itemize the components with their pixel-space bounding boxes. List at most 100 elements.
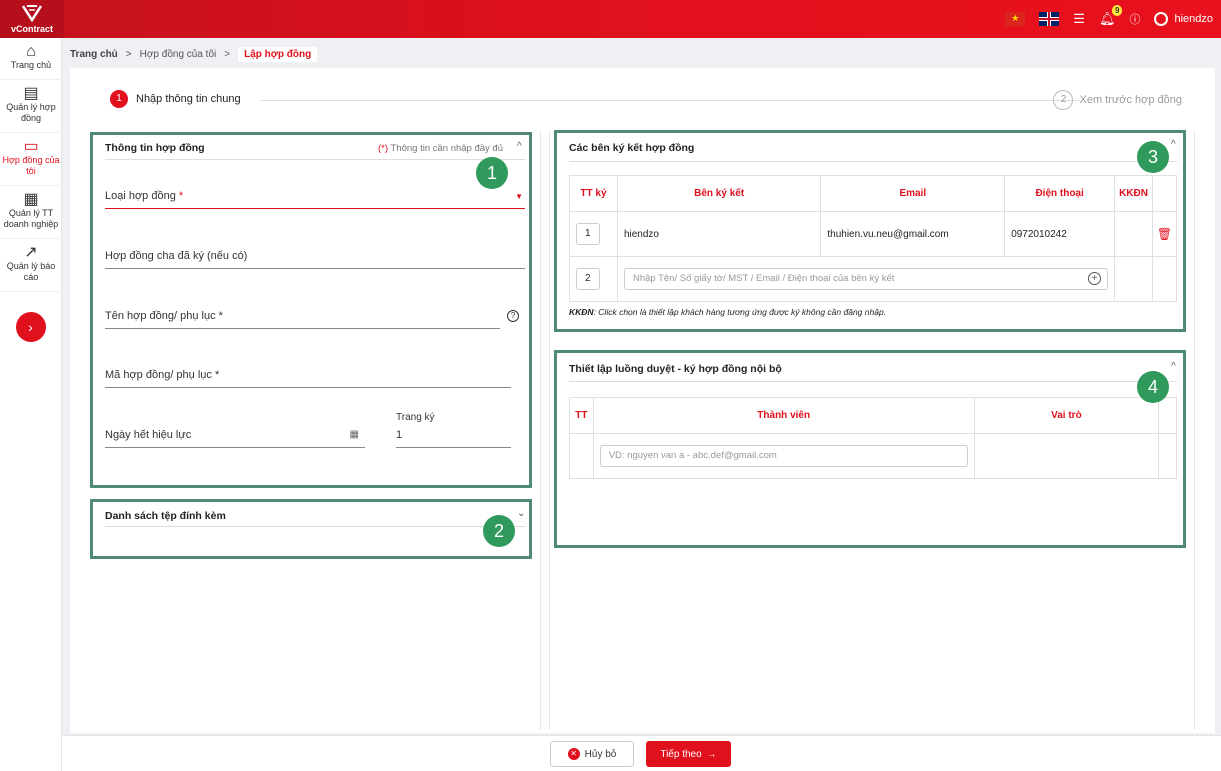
- breadcrumb-home[interactable]: Trang chủ: [70, 49, 118, 60]
- kkdn-checkbox-cell[interactable]: [1114, 256, 1153, 302]
- annotation-badge: 2: [483, 515, 515, 547]
- expiry-date-field[interactable]: Ngày hết hiệu lực ▦: [105, 429, 365, 448]
- sidebar: ⌂ Trang chủ ▤ Quản lý hợp đồng ▭ Hợp đồn…: [0, 38, 62, 771]
- sidebar-item-contract-management[interactable]: ▤ Quản lý hợp đồng: [0, 80, 62, 133]
- contract-code-field[interactable]: Mã hợp đồng/ phụ lục *: [105, 369, 511, 388]
- app-name: vContract: [10, 24, 53, 34]
- required-star: *: [178, 190, 184, 202]
- notification-badge: 9: [1112, 5, 1123, 16]
- input-placeholder: VD: nguyen van a - abc.def@gmail.com: [608, 450, 777, 461]
- vietnam-flag-icon[interactable]: [1005, 12, 1026, 26]
- required-note: (*) Thông tin cần nhập đầy đủ: [378, 143, 503, 154]
- bell-icon[interactable]: 🔔︎ 9: [1099, 5, 1123, 27]
- document-icon: ▤: [23, 85, 39, 102]
- sidebar-expand-button[interactable]: ›: [15, 312, 46, 342]
- button-label: Tiếp theo: [660, 748, 702, 760]
- signing-order-input[interactable]: 2: [576, 268, 600, 290]
- sidebar-item-enterprise-info[interactable]: ▦ Quản lý TT doanh nghiệp: [0, 186, 62, 239]
- annotation-badge: 4: [1137, 371, 1169, 403]
- actions-cell: [1158, 433, 1177, 479]
- approval-table-wrap: TT Thành viên Vai trò VD: nguyen van a -…: [569, 397, 1177, 479]
- app-logo[interactable]: vContract: [0, 0, 64, 38]
- collapse-chevron-icon[interactable]: ^: [517, 141, 522, 152]
- footer-bar: ✕ Hủy bỏ Tiếp theo →: [62, 735, 1221, 771]
- add-circle-icon[interactable]: +: [1088, 272, 1102, 285]
- chart-icon: ↗: [24, 244, 38, 261]
- field-value: 1: [396, 429, 403, 441]
- folder-icon: ▭: [23, 138, 39, 155]
- cancel-button[interactable]: ✕ Hủy bỏ: [550, 741, 634, 767]
- home-icon: ⌂: [26, 43, 36, 60]
- approval-table: TT Thành viên Vai trò VD: nguyen van a -…: [569, 397, 1177, 479]
- member-input[interactable]: VD: nguyen van a - abc.def@gmail.com: [599, 445, 968, 467]
- signing-order-input[interactable]: 1: [576, 223, 600, 245]
- sidebar-item-label: Hợp đồng của tôi: [2, 155, 60, 176]
- contract-name-field[interactable]: Tên hợp đồng/ phụ lục *: [105, 310, 500, 329]
- sidebar-item-my-contracts[interactable]: ▭ Hợp đồng của tôi: [0, 133, 62, 186]
- help-icon[interactable]: ⓘ: [1129, 11, 1140, 27]
- calendar-icon[interactable]: ▦: [350, 429, 359, 440]
- panel-title-underline: [105, 159, 525, 160]
- main-content: 1 Nhập thông tin chung 2 Xem trước hợp đ…: [70, 68, 1215, 733]
- field-label: Mã hợp đồng/ phụ lục *: [105, 369, 220, 381]
- kkdn-checkbox-cell[interactable]: [1114, 211, 1153, 257]
- annotation-badge: 3: [1137, 141, 1169, 173]
- field-label: Ngày hết hiệu lực: [105, 429, 192, 441]
- step-preview[interactable]: 2 Xem trước hợp đồng: [1053, 90, 1182, 110]
- user-avatar-icon: [1154, 12, 1169, 26]
- add-signer-input[interactable]: Nhập Tên/ Số giấy tờ/ MST / Email / Điện…: [623, 268, 1109, 290]
- panel-title-underline: [569, 161, 1177, 162]
- column-header: TT: [569, 397, 594, 434]
- user-menu[interactable]: hiendzo: [1154, 12, 1213, 26]
- panel-title: Thông tin hợp đồng: [105, 142, 205, 154]
- step-number: 2: [1053, 90, 1074, 110]
- required-text: Thông tin cần nhập đầy đủ: [388, 143, 504, 154]
- party-name: hiendzo: [616, 211, 822, 257]
- column-header: Bên ký kết: [616, 175, 822, 212]
- signing-page-label: Trang ký: [396, 412, 435, 423]
- signing-page-field[interactable]: 1: [396, 429, 511, 448]
- step-label: Xem trước hợp đồng: [1079, 94, 1182, 106]
- column-divider: [540, 130, 550, 730]
- sidebar-item-reports[interactable]: ↗ Quản lý báo cáo: [0, 239, 62, 292]
- breadcrumb-separator: >: [125, 48, 132, 60]
- column-divider: [1194, 130, 1195, 730]
- role-cell[interactable]: [973, 433, 1160, 479]
- breadcrumb-separator: >: [224, 48, 231, 60]
- step-general-info[interactable]: 1 Nhập thông tin chung: [110, 90, 241, 108]
- collapse-chevron-icon[interactable]: ^: [1171, 139, 1176, 150]
- panel-title-underline: [105, 526, 525, 527]
- breadcrumb-my-contracts[interactable]: Hợp đồng của tôi: [140, 49, 217, 60]
- table-row: 2 Nhập Tên/ Số giấy tờ/ MST / Email / Đi…: [569, 256, 1177, 302]
- step-label: Nhập thông tin chung: [136, 93, 241, 105]
- uk-flag-icon[interactable]: [1039, 12, 1060, 26]
- expand-chevron-icon[interactable]: ⌄: [517, 508, 525, 519]
- actions-cell: [1152, 256, 1177, 302]
- column-header: Vai trò: [973, 397, 1160, 434]
- list-icon[interactable]: ☰: [1073, 11, 1085, 27]
- sidebar-item-home[interactable]: ⌂ Trang chủ: [0, 38, 62, 80]
- breadcrumb: Trang chủ > Hợp đồng của tôi > Lập hợp đ…: [70, 44, 318, 64]
- step-connector: [260, 100, 1080, 101]
- contract-type-select[interactable]: Loại hợp đồng * ▼: [105, 190, 525, 209]
- party-phone: 0972010242: [1004, 211, 1116, 257]
- column-header: KKĐN: [1114, 175, 1153, 212]
- sidebar-item-label: Quản lý báo cáo: [6, 261, 56, 282]
- parent-contract-field[interactable]: Hợp đồng cha đã ký (nếu có): [105, 250, 525, 269]
- help-icon[interactable]: ?: [507, 310, 519, 322]
- annotation-badge: 1: [476, 157, 508, 189]
- contract-info-panel: Thông tin hợp đồng (*) Thông tin cần nhậ…: [90, 132, 532, 488]
- sidebar-item-label: Trang chủ: [10, 60, 52, 70]
- dropdown-caret-icon: ▼: [515, 192, 523, 201]
- trash-icon[interactable]: 🗑︎: [1157, 227, 1172, 241]
- arrow-right-icon: →: [706, 748, 717, 760]
- column-header-actions: [1152, 175, 1177, 212]
- attachments-panel: Danh sách tệp đính kèm ⌄ 2: [90, 499, 532, 559]
- column-header-actions: [1158, 397, 1177, 434]
- next-button[interactable]: Tiếp theo →: [646, 741, 731, 767]
- sidebar-item-label: Quản lý TT doanh nghiệp: [3, 208, 59, 229]
- kkdn-note-bold: KKĐN: [569, 307, 594, 317]
- signers-table: TT ký Bên ký kết Email Điện thoại KKĐN 1…: [569, 175, 1177, 302]
- column-header: Email: [820, 175, 1006, 212]
- collapse-chevron-icon[interactable]: ^: [1171, 361, 1176, 372]
